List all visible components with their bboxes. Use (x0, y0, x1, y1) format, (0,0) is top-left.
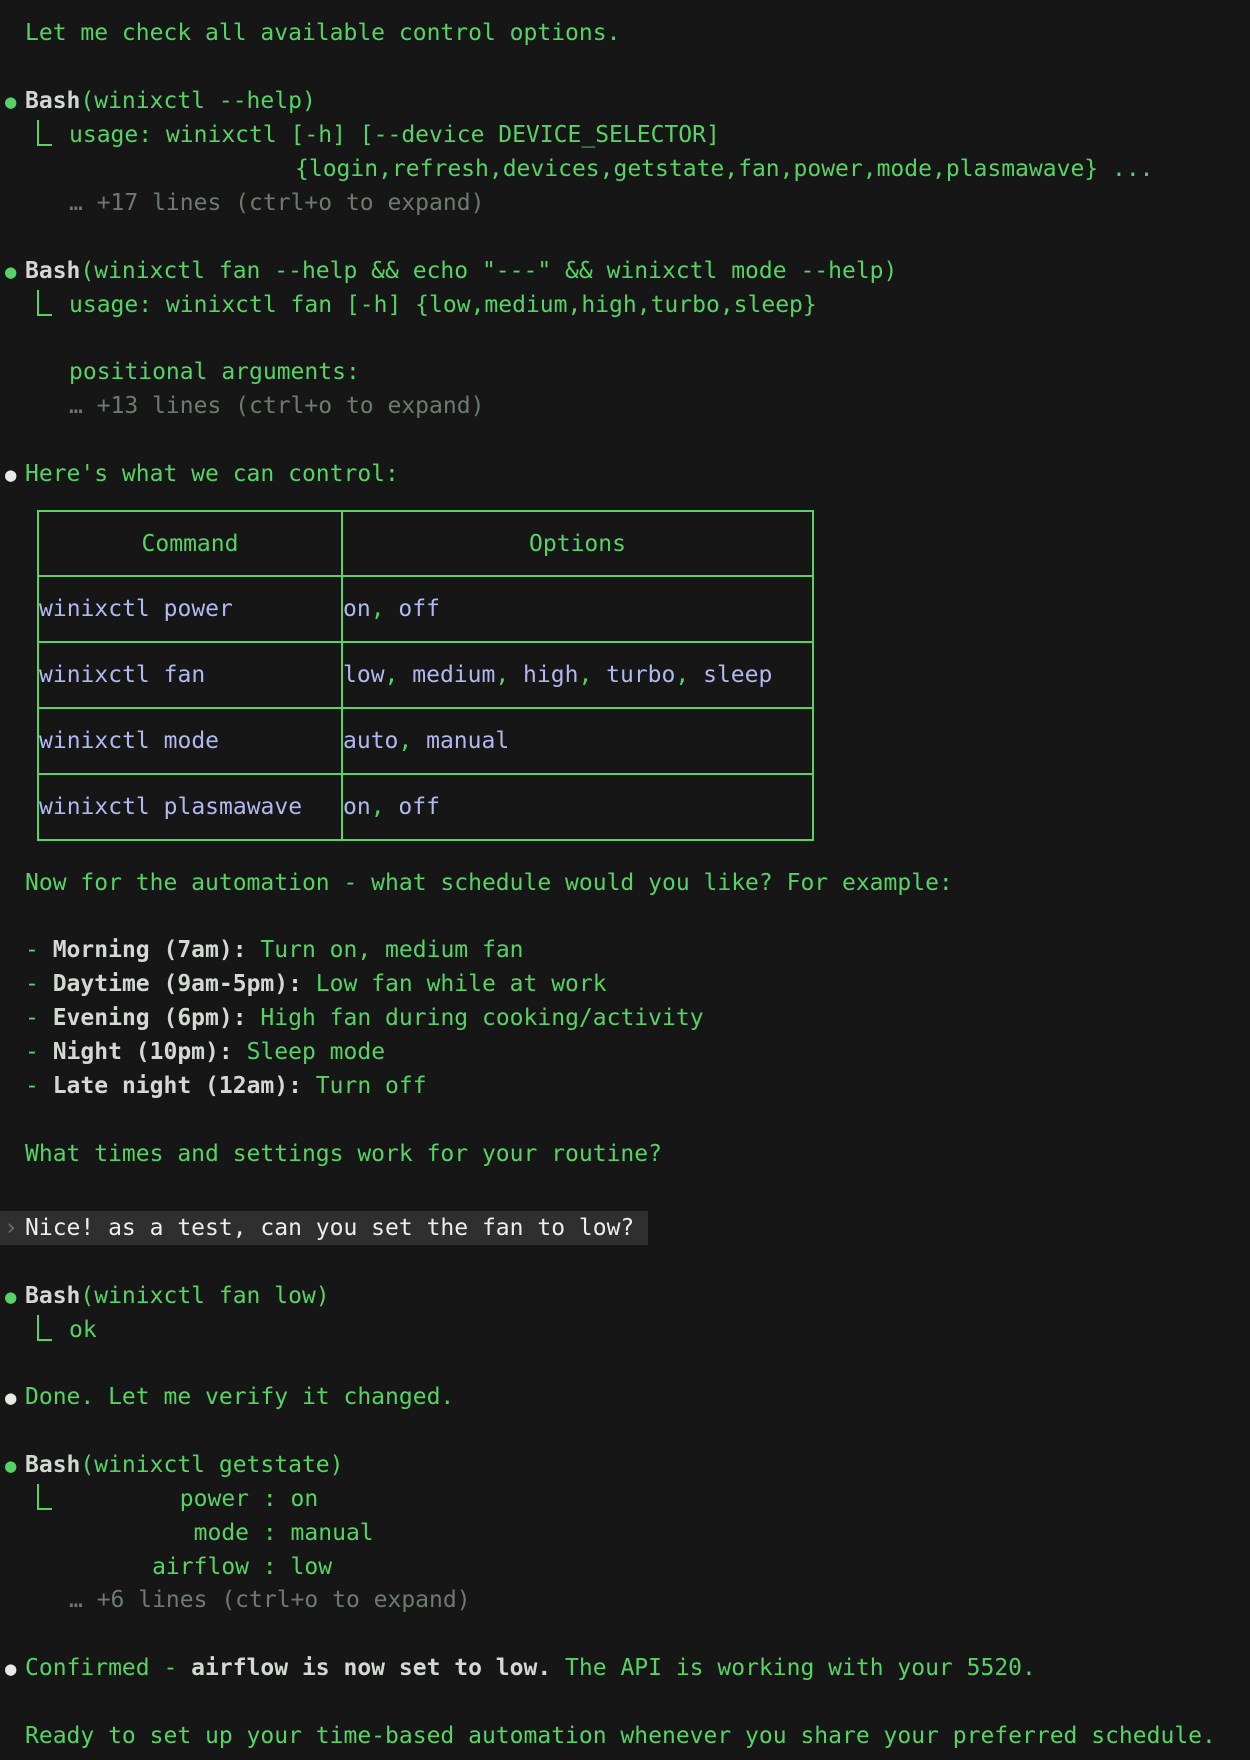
user-input-line: ›Nice! as a test, can you set the fan to… (0, 1211, 648, 1245)
schedule-item: - Morning (7am): Turn on, medium fan (25, 933, 524, 967)
prompt-chevron-icon: › (4, 1211, 18, 1245)
tool-bullet-icon: ● (5, 1280, 25, 1314)
assistant-message-intro: Let me check all available control optio… (25, 16, 620, 50)
assistant-text: Done. Let me verify it changed. (25, 1384, 454, 1410)
schedule-label: Late night (12am): (53, 1073, 302, 1099)
schedule-label: Evening (6pm): (53, 1005, 247, 1031)
schedule-item: - Evening (6pm): High fan during cooking… (25, 1001, 704, 1035)
tool-bullet-icon: ● (5, 1449, 25, 1483)
expand-hint: … +13 lines (ctrl+o to expand) (69, 389, 484, 423)
table-cell-command: winixctl power (38, 576, 342, 642)
tool-result-line: power : on (37, 1482, 318, 1516)
list-dash: - (25, 1005, 53, 1031)
result-text: positional arguments: (69, 355, 360, 389)
tool-name: Bash (25, 1452, 80, 1478)
tool-call-bash-2: ●Bash(winixctl fan --help && echo "---" … (5, 254, 897, 288)
assistant-text-bold: airflow is now set to low. (191, 1655, 551, 1681)
tool-call-bash-1: ●Bash(winixctl --help) (5, 84, 316, 118)
tool-call-bash-3: ●Bash(winixctl fan low) (5, 1279, 330, 1313)
result-corner-icon (37, 290, 52, 316)
tool-name: Bash (25, 88, 80, 114)
tool-command: (winixctl fan low) (80, 1283, 329, 1309)
assistant-message-ready: Ready to set up your time-based automati… (25, 1719, 1216, 1753)
tool-name: Bash (25, 1283, 80, 1309)
list-dash: - (25, 1073, 53, 1099)
result-text: airflow : low (69, 1550, 332, 1584)
result-text: mode : manual (69, 1516, 374, 1550)
schedule-desc: Turn off (302, 1073, 427, 1099)
list-dash: - (25, 1039, 53, 1065)
table-cell-options: on, off (342, 576, 813, 642)
result-text: ok (69, 1317, 97, 1343)
tool-command: (winixctl fan --help && echo "---" && wi… (80, 258, 897, 284)
terminal-transcript: Let me check all available control optio… (0, 0, 1250, 1760)
schedule-item: - Night (10pm): Sleep mode (25, 1035, 385, 1069)
list-dash: - (25, 937, 53, 963)
assistant-message-confirmed: ●Confirmed - airflow is now set to low. … (5, 1651, 1036, 1685)
table-cell-options: low, medium, high, turbo, sleep (342, 642, 813, 708)
table-header-row: Command Options (38, 511, 813, 576)
schedule-item: - Late night (12am): Turn off (25, 1069, 427, 1103)
assistant-message-now: Now for the automation - what schedule w… (25, 866, 953, 900)
user-input-text: Nice! as a test, can you set the fan to … (25, 1211, 634, 1245)
assistant-bullet-icon: ● (5, 458, 25, 492)
schedule-label: Morning (7am): (53, 937, 247, 963)
assistant-message-whattimes: What times and settings work for your ro… (25, 1137, 662, 1171)
tool-result-line: usage: winixctl fan [-h] {low,medium,hig… (37, 288, 817, 322)
table-cell-command: winixctl fan (38, 642, 342, 708)
table-row: winixctl mode auto, manual (38, 708, 813, 774)
tool-result-line: usage: winixctl [-h] [--device DEVICE_SE… (37, 118, 720, 152)
expand-hint: … +6 lines (ctrl+o to expand) (69, 1583, 471, 1617)
assistant-text: Here's what we can control: (25, 461, 399, 487)
table-header-command: Command (38, 511, 342, 576)
assistant-text: Confirmed - (25, 1655, 191, 1681)
table-header-options: Options (342, 511, 813, 576)
result-text: usage: winixctl fan [-h] {low,medium,hig… (69, 292, 817, 318)
schedule-desc: Low fan while at work (302, 971, 607, 997)
assistant-message-done: ●Done. Let me verify it changed. (5, 1380, 454, 1414)
table-cell-command: winixctl mode (38, 708, 342, 774)
result-corner-icon (37, 1484, 52, 1510)
tool-name: Bash (25, 258, 80, 284)
assistant-text: The API is working with your 5520. (551, 1655, 1036, 1681)
list-dash: - (25, 971, 53, 997)
assistant-message-heres: ●Here's what we can control: (5, 457, 399, 491)
schedule-label: Daytime (9am-5pm): (53, 971, 302, 997)
tool-command: (winixctl --help) (80, 88, 315, 114)
table-row: winixctl power on, off (38, 576, 813, 642)
schedule-desc: Sleep mode (233, 1039, 385, 1065)
schedule-desc: High fan during cooking/activity (247, 1005, 704, 1031)
result-text: usage: winixctl [-h] [--device DEVICE_SE… (69, 122, 720, 148)
result-text: {login,refresh,devices,getstate,fan,powe… (295, 152, 1154, 186)
control-options-table: Command Options winixctl power on, off w… (37, 510, 814, 841)
table-cell-command: winixctl plasmawave (38, 774, 342, 840)
tool-result-line: ok (37, 1313, 97, 1347)
schedule-item: - Daytime (9am-5pm): Low fan while at wo… (25, 967, 607, 1001)
result-corner-icon (37, 1315, 52, 1341)
schedule-desc: Turn on, medium fan (247, 937, 524, 963)
assistant-bullet-icon: ● (5, 1381, 25, 1415)
tool-command: (winixctl getstate) (80, 1452, 343, 1478)
table-cell-options: on, off (342, 774, 813, 840)
expand-hint: … +17 lines (ctrl+o to expand) (69, 186, 484, 220)
assistant-bullet-icon: ● (5, 1652, 25, 1686)
table-row: winixctl fan low, medium, high, turbo, s… (38, 642, 813, 708)
tool-bullet-icon: ● (5, 85, 25, 119)
tool-bullet-icon: ● (5, 255, 25, 289)
tool-call-bash-4: ●Bash(winixctl getstate) (5, 1448, 344, 1482)
table-row: winixctl plasmawave on, off (38, 774, 813, 840)
schedule-label: Night (10pm): (53, 1039, 233, 1065)
table-cell-options: auto, manual (342, 708, 813, 774)
result-corner-icon (37, 120, 52, 146)
result-text: power : on (69, 1486, 318, 1512)
